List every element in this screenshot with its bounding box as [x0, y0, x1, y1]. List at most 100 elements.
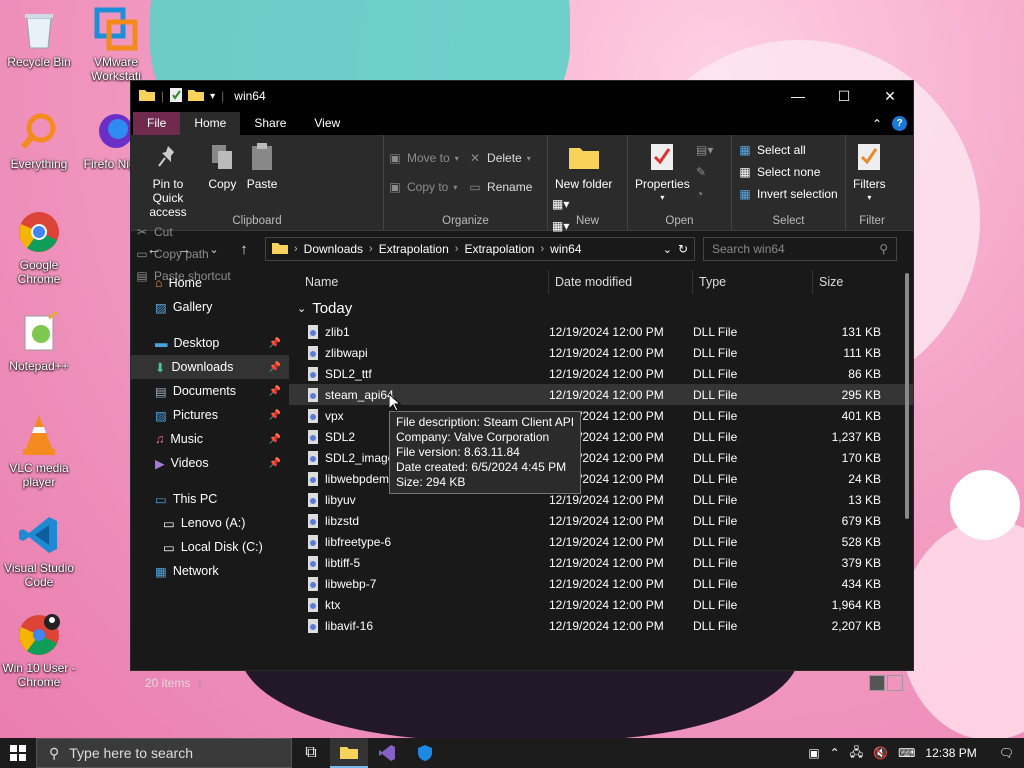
desktop-icon-vscode[interactable]: Visual Studio Code	[1, 512, 77, 589]
new-folder-button[interactable]: New folder	[552, 139, 615, 193]
chevron-up-icon[interactable]: ⌃	[830, 746, 840, 760]
nav-item-network[interactable]: ▦ Network	[131, 559, 289, 583]
address-bar[interactable]: › Downloads › Extrapolation › Extrapolat…	[265, 237, 695, 261]
desktop-icon-win10-chrome[interactable]: Win 10 User - Chrome	[1, 612, 77, 689]
nav-item-videos[interactable]: ▶ Videos 📌	[131, 451, 289, 475]
device-icon[interactable]: ▣	[808, 746, 819, 760]
nav-item-downloads[interactable]: ⬇ Downloads 📌	[131, 355, 289, 379]
table-row[interactable]: vpx 12/19/2024 12:00 PM DLL File 401 KB	[289, 405, 913, 426]
properties-dropdown-icon[interactable]: ▾	[660, 191, 664, 205]
table-row[interactable]: SDL2 12/19/2024 12:00 PM DLL File 1,237 KB	[289, 426, 913, 447]
copy-button[interactable]: Copy	[204, 139, 240, 193]
visual-studio-taskbar-icon[interactable]	[368, 738, 406, 768]
taskbar-search[interactable]: ⚲ Type here to search	[36, 738, 292, 768]
copy-path-button[interactable]: ▭ Copy path	[135, 245, 231, 263]
table-row[interactable]: libwebpdemux 12/19/2024 12:00 PM DLL File 2…	[289, 468, 913, 489]
table-row[interactable]: libwebp-7 12/19/2024 12:00 PM DLL File 434 …	[289, 573, 913, 594]
nav-item-this-pc[interactable]: ▭ This PC	[131, 487, 289, 511]
nav-item-gallery[interactable]: ▨ Gallery	[131, 295, 289, 319]
edit-icon[interactable]: ✎	[696, 163, 713, 181]
notifications-icon[interactable]: 🗨	[999, 746, 1014, 760]
scrollbar[interactable]	[905, 273, 909, 519]
task-view-icon[interactable]: ⧉	[292, 738, 330, 768]
table-row[interactable]: libzstd 12/19/2024 12:00 PM DLL File 679 KB	[289, 510, 913, 531]
history-icon[interactable]: ◔	[696, 185, 713, 203]
refresh-icon[interactable]: ↻	[678, 242, 688, 256]
volume-muted-icon[interactable]: 🔇	[873, 746, 888, 760]
collapse-ribbon-icon[interactable]: ⌃	[872, 117, 882, 131]
properties-button[interactable]: Properties ▾	[632, 139, 693, 207]
properties-quick-icon[interactable]	[170, 87, 183, 105]
desktop-icon-google-chrome[interactable]: Google Chrome	[1, 209, 77, 286]
file-explorer-taskbar-icon[interactable]	[330, 738, 368, 768]
large-icons-view-icon[interactable]	[887, 675, 903, 691]
breadcrumb-item[interactable]: win64	[550, 242, 581, 256]
security-taskbar-icon[interactable]	[406, 738, 444, 768]
desktop-icon-recycle-bin[interactable]: Recycle Bin	[1, 6, 77, 69]
clock[interactable]: 12:38 PM	[925, 746, 976, 760]
open-icon[interactable]: ▤▾	[696, 141, 713, 159]
group-header[interactable]: ⌄ Today	[289, 297, 913, 321]
search-input[interactable]: Search win64	[712, 242, 785, 256]
column-header-date[interactable]: Date modified	[549, 270, 693, 294]
pin-to-quick-access-button[interactable]: Pin to Quick access	[135, 139, 201, 221]
breadcrumb-item[interactable]: Extrapolation	[464, 242, 534, 256]
tab-view[interactable]: View	[300, 112, 354, 135]
nav-item-pictures[interactable]: ▨ Pictures 📌	[131, 403, 289, 427]
tab-file[interactable]: File	[133, 112, 181, 135]
title-bar[interactable]: | ▾ | win64 — ☐ ✕	[131, 81, 913, 111]
breadcrumb-item[interactable]: Extrapolation	[379, 242, 449, 256]
nav-item-home[interactable]: ⌂ Home	[131, 271, 289, 295]
desktop-icon-notepadpp[interactable]: Notepad++	[1, 310, 77, 373]
table-row[interactable]: SDL2_image 12/19/2024 12:00 PM DLL File 170…	[289, 447, 913, 468]
keyboard-icon[interactable]: ⌨	[898, 746, 915, 760]
invert-selection-button[interactable]: ▦ Invert selection	[738, 185, 837, 203]
table-row[interactable]: libavif-16 12/19/2024 12:00 PM DLL File 2,2…	[289, 615, 913, 636]
tab-share[interactable]: Share	[240, 112, 300, 135]
table-row[interactable]: libfreetype-6 12/19/2024 12:00 PM DLL File…	[289, 531, 913, 552]
breadcrumb-item[interactable]: Downloads	[304, 242, 363, 256]
table-row[interactable]: zlibwapi 12/19/2024 12:00 PM DLL File 111 K…	[289, 342, 913, 363]
table-row[interactable]: SDL2_ttf 12/19/2024 12:00 PM DLL File 86 KB	[289, 363, 913, 384]
table-row[interactable]: libyuv 12/19/2024 12:00 PM DLL File 13 KB	[289, 489, 913, 510]
customize-quick-access-icon[interactable]: ▾	[210, 91, 215, 102]
desktop-icon-everything[interactable]: Everything	[1, 108, 77, 171]
maximize-icon[interactable]: ☐	[821, 81, 867, 111]
column-header-type[interactable]: Type	[693, 270, 813, 294]
filters-button[interactable]: Filters ▾	[850, 139, 889, 207]
table-row[interactable]: libtiff-5 12/19/2024 12:00 PM DLL File 379 …	[289, 552, 913, 573]
new-item-icon[interactable]: ▦▾	[552, 195, 569, 213]
nav-item-desktop[interactable]: ▬ Desktop 📌	[131, 331, 289, 355]
new-folder-quick-icon[interactable]	[188, 88, 205, 104]
select-none-button[interactable]: ▦ Select none	[738, 163, 838, 181]
help-icon[interactable]: ?	[892, 116, 907, 131]
nav-item-music[interactable]: ♫ Music 📌	[131, 427, 289, 451]
column-header-name[interactable]: Name	[289, 270, 549, 294]
nav-item-drive-c[interactable]: ▭ Local Disk (C:)	[131, 535, 289, 559]
file-explorer-window[interactable]: | ▾ | win64 — ☐ ✕ File Home Share View ⌃…	[130, 80, 914, 691]
table-row[interactable]: zlib1 12/19/2024 12:00 PM DLL File 131 KB	[289, 321, 913, 342]
table-row[interactable]: steam_api64 12/19/2024 12:00 PM DLL File 29…	[289, 384, 913, 405]
details-view-icon[interactable]	[869, 675, 885, 691]
file-list[interactable]: Name Date modified Type Size ⌄ Today zlib…	[289, 267, 913, 671]
copy-to-button[interactable]: ▣ Copy to ▾	[388, 178, 459, 196]
rename-button[interactable]: ▭ Rename	[468, 178, 532, 196]
taskbar-search-input[interactable]: Type here to search	[69, 745, 193, 761]
column-header-size[interactable]: Size	[813, 270, 883, 294]
minimize-icon[interactable]: —	[775, 81, 821, 111]
table-row[interactable]: ktx 12/19/2024 12:00 PM DLL File 1,964 KB	[289, 594, 913, 615]
nav-item-documents[interactable]: ▤ Documents 📌	[131, 379, 289, 403]
paste-button[interactable]: Paste	[244, 139, 281, 193]
move-to-button[interactable]: ▣ Move to ▾	[388, 149, 458, 167]
filters-dropdown-icon[interactable]: ▾	[867, 191, 871, 205]
up-arrow-icon[interactable]: ↑	[229, 241, 259, 258]
desktop-icon-vlc[interactable]: VLC media player	[1, 412, 77, 489]
desktop-icon-vmware[interactable]: VMware Workstati	[78, 6, 154, 83]
nav-item-drive-a[interactable]: ▭ Lenovo (A:)	[131, 511, 289, 535]
select-all-button[interactable]: ▦ Select all	[738, 141, 838, 159]
network-tray-icon[interactable]: 🖧	[850, 743, 863, 764]
search-box[interactable]: Search win64 ⚲	[703, 237, 897, 261]
close-icon[interactable]: ✕	[867, 81, 913, 111]
delete-button[interactable]: ✕ Delete ▾	[468, 149, 532, 167]
start-button[interactable]	[0, 738, 36, 768]
